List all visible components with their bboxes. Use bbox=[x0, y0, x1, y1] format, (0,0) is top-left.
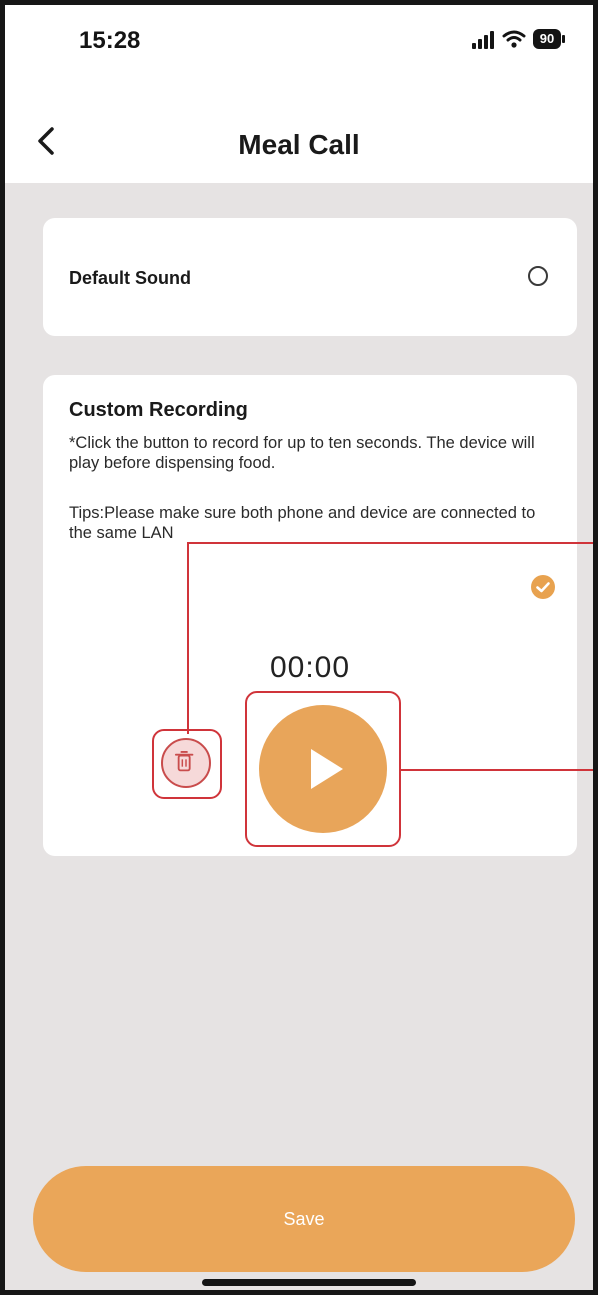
annotation-line-delete-horizontal bbox=[187, 542, 593, 544]
play-recording-button[interactable] bbox=[259, 705, 387, 833]
save-button[interactable]: Save bbox=[33, 1166, 575, 1272]
top-bar: 15:28 90 Meal Call bbox=[5, 5, 593, 183]
status-time: 15:28 bbox=[79, 27, 141, 54]
custom-recording-option[interactable]: Custom Recording *Click the button to re… bbox=[43, 375, 577, 856]
default-sound-option[interactable]: Default Sound bbox=[43, 218, 577, 336]
default-sound-radio[interactable] bbox=[528, 266, 548, 286]
custom-recording-check-icon[interactable] bbox=[531, 575, 555, 599]
play-icon bbox=[311, 749, 343, 789]
custom-recording-title: Custom Recording bbox=[69, 399, 248, 421]
battery-icon: 90 bbox=[533, 29, 561, 49]
delete-recording-button[interactable] bbox=[161, 738, 211, 788]
annotation-line-delete-vertical bbox=[187, 542, 189, 734]
page-title: Meal Call bbox=[238, 129, 360, 160]
custom-recording-tips: Tips:Please make sure both phone and dev… bbox=[69, 504, 536, 542]
home-indicator bbox=[202, 1279, 416, 1286]
recording-timer: 00:00 bbox=[269, 651, 351, 684]
signal-icon bbox=[472, 31, 498, 49]
trash-icon bbox=[174, 751, 194, 772]
battery-tip bbox=[562, 35, 565, 43]
wifi-icon bbox=[502, 30, 526, 48]
custom-recording-description: *Click the button to record for up to te… bbox=[69, 434, 535, 472]
annotation-line-play-horizontal bbox=[401, 769, 593, 771]
default-sound-label: Default Sound bbox=[69, 268, 191, 288]
phone-screen: 15:28 90 Meal Call Default Sound Custom … bbox=[0, 0, 598, 1295]
